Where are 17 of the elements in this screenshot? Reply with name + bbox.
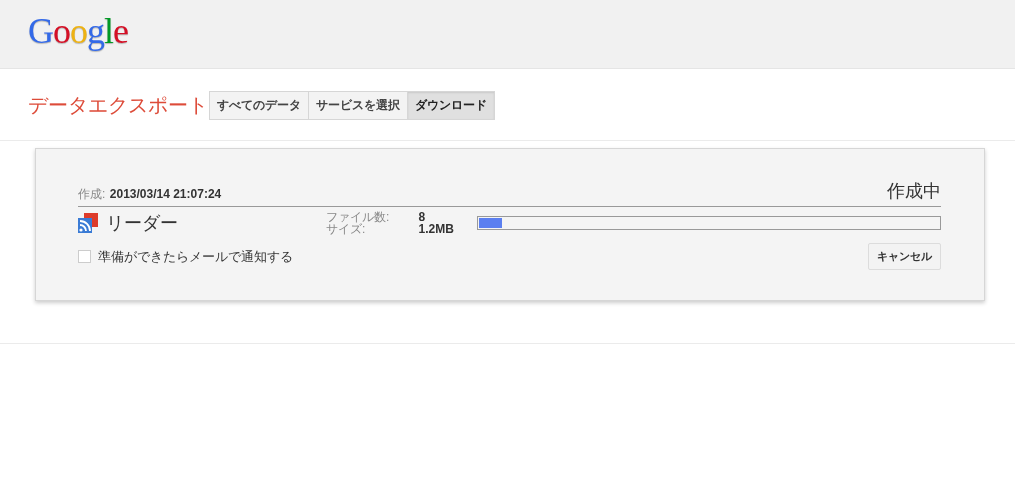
created-date: 2013/03/14 21:07:24 [109,187,222,201]
notify-checkbox[interactable] [78,250,91,263]
created-label: 作成: [78,187,106,201]
tab[interactable]: すべてのデータ [209,91,309,120]
size-label: サイズ: [326,223,367,235]
cancel-button[interactable]: キャンセル [868,243,941,270]
status-text: 作成中 [887,180,941,203]
google-logo[interactable]: Google [28,10,128,52]
page-title: データエクスポート [28,93,208,118]
files-label: ファイル数: [326,211,391,223]
feed-icon [78,213,98,233]
tab[interactable]: サービスを選択 [308,91,408,120]
notify-label: 準備ができたらメールで通知する [98,247,293,266]
tab[interactable]: ダウンロード [407,91,495,120]
size-value: 1.2MB [418,223,455,235]
service-name: リーダー [106,212,179,235]
files-count: 8 [418,211,427,223]
